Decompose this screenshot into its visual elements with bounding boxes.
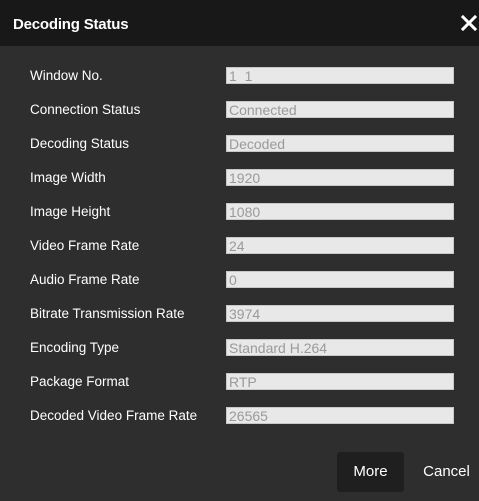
row-audio-frame-rate: Audio Frame Rate 0 [0, 264, 479, 298]
row-decoded-video-frame-rate: Decoded Video Frame Rate 26565 [0, 400, 479, 434]
decoding-status-field: Decoded [226, 135, 454, 152]
close-icon[interactable] [460, 14, 478, 32]
video-frame-rate-field: 24 [226, 237, 454, 254]
connection-status-field: Connected [226, 101, 454, 118]
cancel-button[interactable]: Cancel [414, 452, 479, 492]
bitrate-field: 3974 [226, 305, 454, 322]
more-button[interactable]: More [337, 452, 404, 492]
audio-frame-rate-field: 0 [226, 271, 454, 288]
row-decoding-status: Decoding Status Decoded [0, 128, 479, 162]
window-no-label: Window No. [30, 68, 103, 83]
window-no-field: 1_1 [226, 67, 454, 84]
row-video-frame-rate: Video Frame Rate 24 [0, 230, 479, 264]
decoding-status-label: Decoding Status [30, 136, 130, 151]
row-window-no: Window No. 1_1 [0, 60, 479, 94]
decoded-video-frame-rate-label: Decoded Video Frame Rate [30, 408, 198, 423]
package-format-field: RTP [226, 373, 454, 390]
video-frame-rate-label: Video Frame Rate [30, 238, 140, 253]
row-encoding-type: Encoding Type Standard H.264 [0, 332, 479, 366]
row-image-height: Image Height 1080 [0, 196, 479, 230]
row-bitrate: Bitrate Transmission Rate 3974 [0, 298, 479, 332]
image-height-field: 1080 [226, 203, 454, 220]
encoding-type-field: Standard H.264 [226, 339, 454, 356]
connection-status-label: Connection Status [30, 102, 141, 117]
row-image-width: Image Width 1920 [0, 162, 479, 196]
row-package-format: Package Format RTP [0, 366, 479, 400]
row-connection-status: Connection Status Connected [0, 94, 479, 128]
image-width-field: 1920 [226, 169, 454, 186]
image-height-label: Image Height [30, 204, 111, 219]
dialog-titlebar: Decoding Status [0, 0, 479, 46]
package-format-label: Package Format [30, 374, 130, 389]
image-width-label: Image Width [30, 170, 106, 185]
dialog-title: Decoding Status [13, 16, 129, 33]
decoding-status-dialog: Decoding Status Window No. 1_1 Connectio… [0, 0, 479, 501]
bitrate-label: Bitrate Transmission Rate [30, 306, 185, 321]
audio-frame-rate-label: Audio Frame Rate [30, 272, 140, 287]
encoding-type-label: Encoding Type [30, 340, 120, 355]
decoded-video-frame-rate-field: 26565 [226, 407, 454, 424]
